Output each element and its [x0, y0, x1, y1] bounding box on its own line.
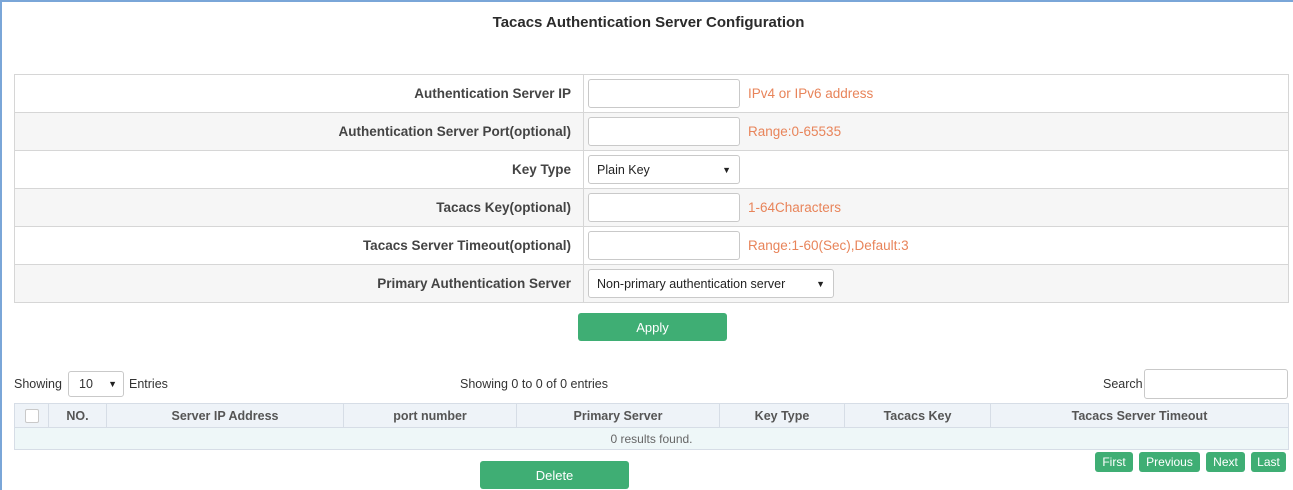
server-port-label: Authentication Server Port(optional): [14, 112, 584, 151]
server-ip-hint: IPv4 or IPv6 address: [748, 86, 874, 101]
tacacs-key-hint: 1-64Characters: [748, 200, 842, 215]
tacacs-key-label: Tacacs Key(optional): [14, 188, 584, 227]
server-ip-input[interactable]: [588, 79, 740, 108]
select-all-checkbox[interactable]: [24, 408, 39, 423]
select-all-cell: [14, 403, 49, 428]
chevron-down-icon: ▼: [816, 278, 825, 289]
form-row-server-port: Authentication Server Port(optional) Ran…: [14, 112, 1289, 151]
column-header[interactable]: NO.: [48, 403, 107, 428]
form-row-timeout: Tacacs Server Timeout(optional) Range:1-…: [14, 226, 1289, 265]
key-type-label: Key Type: [14, 150, 584, 189]
chevron-down-icon: ▼: [108, 379, 117, 389]
server-ip-label: Authentication Server IP: [14, 74, 584, 113]
search-label: Search: [1103, 377, 1143, 391]
last-page-button[interactable]: Last: [1251, 452, 1286, 472]
column-header[interactable]: Key Type: [719, 403, 845, 428]
table-header-row: NO. Server IP Address port number Primar…: [14, 403, 1289, 428]
timeout-input[interactable]: [588, 231, 740, 260]
form-row-key-type: Key Type Plain Key ▼: [14, 150, 1289, 189]
page: Tacacs Authentication Server Configurati…: [0, 0, 1293, 490]
primary-label: Primary Authentication Server: [14, 264, 584, 303]
server-config-form: Authentication Server IP IPv4 or IPv6 ad…: [14, 74, 1289, 303]
server-port-input[interactable]: [588, 117, 740, 146]
server-port-hint: Range:0-65535: [748, 124, 842, 139]
entries-label: Entries: [129, 377, 168, 391]
key-type-select[interactable]: Plain Key ▼: [588, 155, 740, 184]
page-title: Tacacs Authentication Server Configurati…: [492, 14, 805, 31]
column-header[interactable]: Primary Server: [516, 403, 720, 428]
empty-message: 0 results found.: [14, 427, 1289, 450]
server-list-table: NO. Server IP Address port number Primar…: [14, 403, 1289, 450]
primary-select[interactable]: Non-primary authentication server ▼: [588, 269, 834, 298]
apply-button[interactable]: Apply: [578, 313, 727, 341]
primary-value: Non-primary authentication server: [597, 276, 786, 291]
chevron-down-icon: ▼: [722, 164, 731, 175]
timeout-label: Tacacs Server Timeout(optional): [14, 226, 584, 265]
column-header[interactable]: Tacacs Key: [844, 403, 991, 428]
column-header[interactable]: port number: [343, 403, 517, 428]
tacacs-key-input[interactable]: [588, 193, 740, 222]
showing-label: Showing: [14, 377, 62, 391]
timeout-hint: Range:1-60(Sec),Default:3: [748, 238, 909, 253]
next-page-button[interactable]: Next: [1206, 452, 1245, 472]
form-row-tacacs-key: Tacacs Key(optional) 1-64Characters: [14, 188, 1289, 227]
table-info: Showing 0 to 0 of 0 entries: [460, 377, 609, 391]
form-row-server-ip: Authentication Server IP IPv4 or IPv6 ad…: [14, 74, 1289, 113]
delete-button[interactable]: Delete: [480, 461, 629, 489]
previous-page-button[interactable]: Previous: [1139, 452, 1200, 472]
form-row-primary: Primary Authentication Server Non-primar…: [14, 264, 1289, 303]
table-row: 0 results found.: [14, 427, 1289, 450]
first-page-button[interactable]: First: [1095, 452, 1133, 472]
page-length-select[interactable]: 10 ▼: [68, 371, 124, 397]
column-header[interactable]: Tacacs Server Timeout: [990, 403, 1289, 428]
key-type-value: Plain Key: [597, 162, 650, 177]
page-length-value: 10: [79, 377, 93, 391]
column-header[interactable]: Server IP Address: [106, 403, 344, 428]
search-input[interactable]: [1144, 369, 1288, 399]
